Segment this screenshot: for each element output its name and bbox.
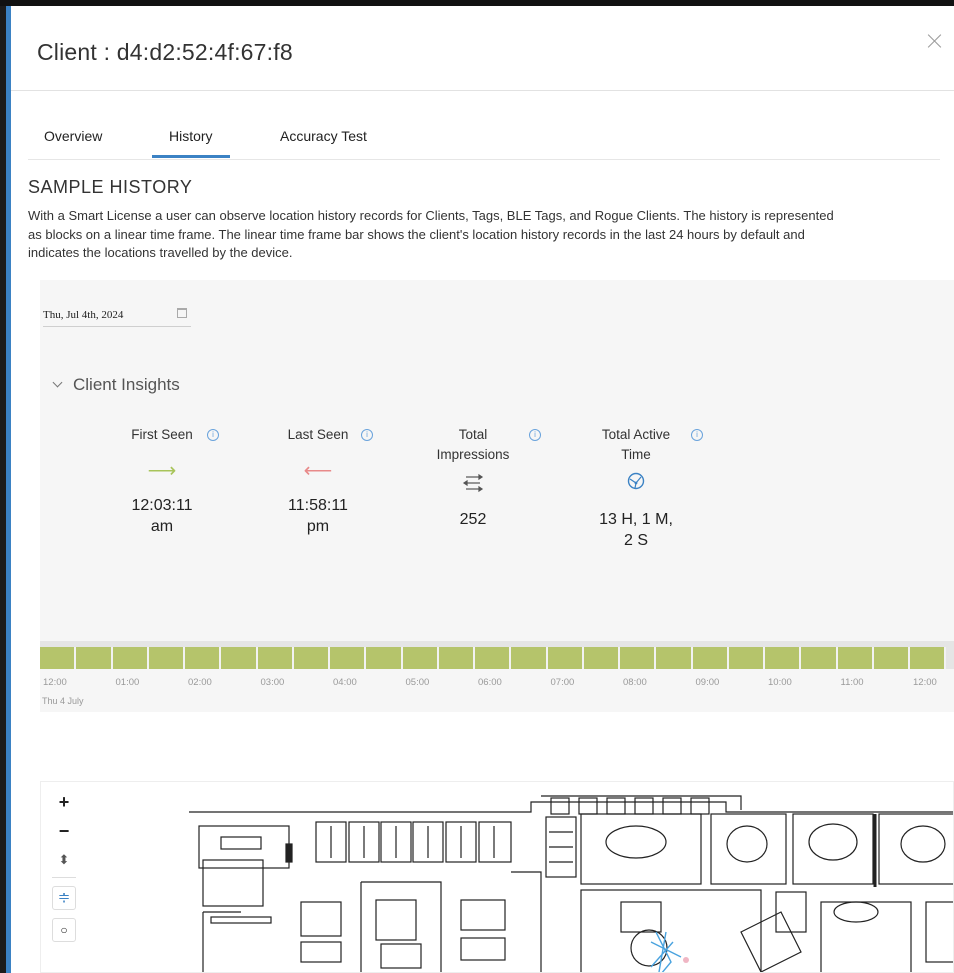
section-description: With a Smart License a user can observe …	[28, 208, 834, 260]
timeline-block[interactable]	[692, 647, 729, 669]
timeline-tick: 08:00	[623, 677, 647, 688]
tab-bar: Overview History Accuracy Test	[28, 116, 940, 160]
timeline-block[interactable]	[801, 647, 838, 669]
timeline-bar[interactable]	[40, 641, 954, 669]
rotate-button[interactable]: ⬍	[52, 848, 76, 872]
chevron-down-icon	[52, 377, 63, 388]
arrow-right-icon: ⟶	[147, 460, 177, 482]
network-globe-icon	[576, 471, 696, 495]
metric-last-seen: Last Seen ⟵ 11:58:11 pm	[258, 425, 378, 537]
timeline-block[interactable]	[402, 647, 439, 669]
metric-value: 252	[459, 511, 487, 528]
timeline-tick: 01:00	[115, 677, 140, 688]
arrows-exchange-icon	[413, 471, 533, 495]
timeline-block[interactable]	[547, 647, 584, 669]
metric-first-seen: First Seen ⟶ 12:03:11 am	[102, 425, 222, 537]
tab-accuracy-test[interactable]: Accuracy Test	[280, 128, 367, 144]
timeline-block[interactable]	[330, 647, 367, 669]
timeline-tick: 09:00	[695, 677, 720, 688]
timeline-date-label: Thu 4 July	[42, 696, 84, 706]
metric-label: Total Impressions	[436, 427, 510, 462]
date-picker[interactable]: Thu, Jul 4th, 2024	[43, 301, 191, 327]
metric-value: 13 H, 1 M, 2 S	[599, 511, 673, 549]
metric-label: Last Seen	[287, 427, 349, 442]
metric-value: 11:58:11 pm	[288, 497, 348, 535]
info-icon[interactable]: i	[361, 429, 373, 441]
reset-button[interactable]: ○	[52, 918, 76, 942]
calendar-icon[interactable]	[177, 308, 187, 318]
map-controls: + − ⬍ ≑ ○	[52, 790, 76, 942]
timeline-block[interactable]	[475, 647, 512, 669]
client-modal: Client : d4:d2:52:4f:67:f8 Overview Hist…	[11, 6, 954, 973]
info-icon[interactable]: i	[207, 429, 219, 441]
timeline-block[interactable]	[873, 647, 910, 669]
timeline-tick: 06:00	[478, 677, 502, 688]
timeline-block[interactable]	[40, 647, 77, 669]
floor-plan	[189, 795, 953, 972]
timeline-block[interactable]	[257, 647, 294, 669]
tab-overview[interactable]: Overview	[44, 128, 102, 144]
divider	[52, 877, 76, 878]
timeline-block[interactable]	[185, 647, 222, 669]
window-left-border	[0, 6, 11, 973]
metric-label: Total Active Time	[601, 427, 671, 462]
timeline-tick: 12:00	[913, 677, 937, 688]
timeline-tick: 07:00	[550, 677, 575, 688]
timeline-block[interactable]	[728, 647, 765, 669]
timeline-block[interactable]	[910, 647, 947, 669]
timeline-block[interactable]	[620, 647, 657, 669]
timeline-block[interactable]	[148, 647, 185, 669]
timeline-tick: 04:00	[333, 677, 357, 688]
timeline-block[interactable]	[438, 647, 475, 669]
section-title: SAMPLE HISTORY	[28, 177, 193, 197]
tab-history[interactable]: History	[152, 128, 230, 158]
floor-map[interactable]: + − ⬍ ≑ ○	[40, 781, 954, 973]
metric-label: First Seen	[131, 427, 193, 442]
timeline-block[interactable]	[293, 647, 330, 669]
zoom-out-button[interactable]: −	[52, 819, 76, 843]
client-insights-title: Client Insights	[73, 375, 180, 394]
arrow-left-icon: ⟵	[303, 460, 333, 482]
timeline-tick: 05:00	[405, 677, 430, 688]
timeline-tick: 03:00	[260, 677, 285, 688]
client-insights-toggle[interactable]: Client Insights	[52, 375, 180, 395]
close-icon[interactable]	[926, 32, 944, 50]
timeline-block[interactable]	[656, 647, 693, 669]
timeline-tick: 11:00	[840, 677, 864, 688]
timeline-tick: 10:00	[768, 677, 792, 688]
metric-total-impressions: Total Impressions 252	[413, 425, 533, 530]
timeline-block[interactable]	[221, 647, 258, 669]
info-icon[interactable]: i	[529, 429, 541, 441]
info-icon[interactable]: i	[691, 429, 703, 441]
header-divider	[11, 90, 954, 91]
timeline-block[interactable]	[765, 647, 802, 669]
timeline-block[interactable]	[511, 647, 548, 669]
timeline-block[interactable]	[583, 647, 620, 669]
timeline-tick: 12:00	[43, 677, 67, 688]
timeline-tick: 02:00	[188, 677, 212, 688]
timeline-block[interactable]	[112, 647, 149, 669]
timeline-block[interactable]	[837, 647, 874, 669]
zoom-in-button[interactable]: +	[52, 790, 76, 814]
layers-button[interactable]: ≑	[52, 886, 76, 910]
history-timeline: 12:00 01:00 02:00 03:00 04:00 05:00 06:00 07:00…	[40, 641, 954, 718]
date-picker-value: Thu, Jul 4th, 2024	[43, 309, 124, 321]
metric-value: 12:03:11 am	[131, 497, 193, 535]
modal-title: Client : d4:d2:52:4f:67:f8	[37, 39, 293, 65]
metric-total-active-time: Total Active Time 13 H, 1 M, 2 S	[576, 425, 696, 551]
timeline-block[interactable]	[76, 647, 113, 669]
timeline-block[interactable]	[366, 647, 403, 669]
